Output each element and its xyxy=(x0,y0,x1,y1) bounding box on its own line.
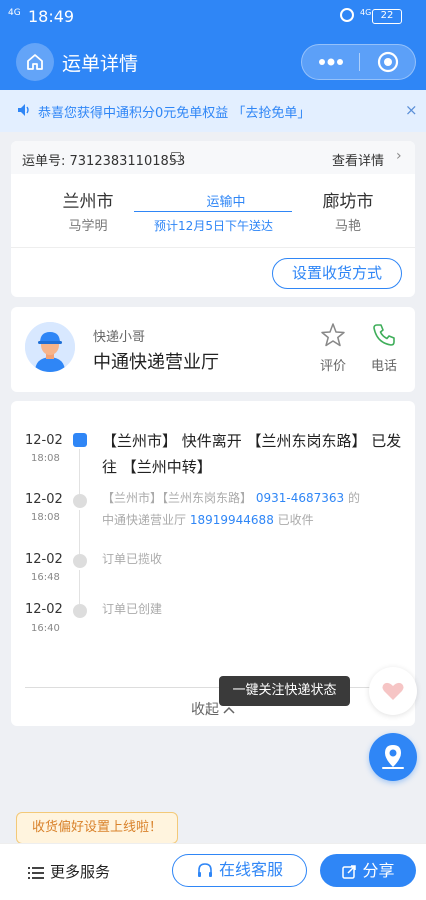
courier-avatar xyxy=(25,322,75,372)
preference-tip[interactable]: 收货偏好设置上线啦！ xyxy=(16,812,178,844)
route-line xyxy=(134,211,292,212)
waybill-card: 运单号: 73123831101853 查看详情 › 兰州市 马学明 运输中 预… xyxy=(11,141,415,297)
event-date: 12-02 xyxy=(25,433,63,448)
headset-icon xyxy=(197,862,212,877)
clock: 18:49 xyxy=(28,7,75,26)
bottom-action-bar: 更多服务 在线客服 分享 xyxy=(0,843,426,900)
sender-name: 马学明 xyxy=(68,219,108,234)
event-text: 订单已揽收 xyxy=(102,552,163,566)
network-indicator-right: 4G xyxy=(360,8,372,17)
close-icon[interactable]: × xyxy=(405,101,418,119)
status-bar: 4G 18:49 4G 22 xyxy=(0,0,426,34)
waybill-number: 运单号: 73123831101853 xyxy=(22,154,186,169)
chevron-right-icon[interactable]: › xyxy=(396,148,402,164)
phone-icon xyxy=(373,324,395,346)
share-icon xyxy=(342,864,357,879)
origin-city: 兰州市 xyxy=(62,192,114,212)
copy-icon[interactable] xyxy=(171,152,181,162)
home-button[interactable] xyxy=(16,43,54,81)
event-time: 16:40 xyxy=(31,623,60,634)
courier-role: 快递小哥 xyxy=(93,330,146,345)
call-label: 电话 xyxy=(370,359,397,374)
location-pin-icon xyxy=(382,745,404,769)
share-label: 分享 xyxy=(362,861,395,880)
destination-city: 廊坊市 xyxy=(322,192,374,212)
chevron-up-icon xyxy=(223,706,235,714)
event-location: 【兰州市】【兰州东岗东路】 xyxy=(102,491,253,505)
more-services-label: 更多服务 xyxy=(50,863,111,881)
event-time: 18:08 xyxy=(31,512,60,523)
collapse-label: 收起 xyxy=(191,702,219,718)
timeline-dot xyxy=(73,604,87,618)
battery-indicator: 22 xyxy=(372,9,402,24)
nav-bar: 运单详情 xyxy=(0,34,426,90)
current-status-icon xyxy=(73,433,87,447)
event-date: 12-02 xyxy=(25,552,63,567)
more-services-button[interactable]: 更多服务 xyxy=(28,861,110,882)
timeline-line xyxy=(79,449,80,497)
event-time: 18:08 xyxy=(31,453,60,464)
star-icon xyxy=(321,323,345,347)
timeline-line xyxy=(79,570,80,604)
promo-notice-text[interactable]: 恭喜您获得中通积分0元免单权益 「去抢免单」 xyxy=(38,102,310,121)
event-text: 【兰州市】 快件离开 【兰州东岗东路】 已发往 【兰州中转】 xyxy=(102,432,402,476)
timeline-dot xyxy=(73,494,87,508)
event-time: 16:48 xyxy=(31,572,60,583)
call-button[interactable]: 电话 xyxy=(359,321,409,374)
alarm-icon xyxy=(340,8,354,22)
event-text-part: 中通快递营业厅 xyxy=(102,513,187,527)
heart-icon xyxy=(382,682,404,700)
event-date: 12-02 xyxy=(25,602,63,617)
shipment-status: 运输中 xyxy=(206,195,246,210)
timeline-line xyxy=(79,510,80,558)
phone-link[interactable]: 0931-4687363 xyxy=(256,491,344,505)
courier-name: 中通快递营业厅 xyxy=(93,352,219,373)
estimated-delivery: 预计12月5日下午送达 xyxy=(154,219,273,233)
menu-icon xyxy=(28,866,44,879)
follow-button[interactable] xyxy=(369,667,417,715)
close-mini-program-button[interactable] xyxy=(360,45,416,79)
event-text-part: 的 xyxy=(347,491,360,505)
home-icon xyxy=(27,54,43,70)
rate-button[interactable]: 评价 xyxy=(308,321,358,374)
page-title: 运单详情 xyxy=(62,53,139,75)
event-text-part: 已收件 xyxy=(277,513,314,527)
more-button[interactable] xyxy=(302,45,359,79)
rate-label: 评价 xyxy=(319,359,346,374)
speaker-icon xyxy=(18,104,29,116)
event-text: 订单已创建 xyxy=(102,602,163,616)
promo-notice-bar[interactable]: 恭喜您获得中通积分0元免单权益 「去抢免单」 × xyxy=(0,90,426,132)
share-button[interactable]: 分享 xyxy=(320,854,416,887)
event-text: 【兰州市】【兰州东岗东路】 0931-4687363 的 中通快递营业厅 189… xyxy=(102,487,402,531)
courier-avatar-icon xyxy=(25,322,75,372)
waybill-number-row: 运单号: 73123831101853 查看详情 › xyxy=(11,141,415,174)
recipient-name: 马艳 xyxy=(334,219,361,234)
mini-program-capsule xyxy=(301,44,416,80)
more-icon xyxy=(318,58,343,66)
courier-card: 快递小哥 中通快递营业厅 评价 电话 xyxy=(11,307,415,392)
network-indicator: 4G xyxy=(8,8,21,18)
divider xyxy=(11,247,415,248)
view-details-link[interactable]: 查看详情 xyxy=(332,150,384,169)
online-service-label: 在线客服 xyxy=(219,860,284,879)
target-icon xyxy=(377,51,399,73)
phone-link[interactable]: 18919944688 xyxy=(190,513,274,527)
tracking-card: 12-02 18:08 【兰州市】 快件离开 【兰州东岗东路】 已发往 【兰州中… xyxy=(11,401,415,726)
event-date: 12-02 xyxy=(25,492,63,507)
follow-status-tooltip: 一键关注快递状态 xyxy=(219,676,350,706)
map-location-button[interactable] xyxy=(369,733,417,781)
online-service-button[interactable]: 在线客服 xyxy=(172,854,307,887)
timeline-dot xyxy=(73,554,87,568)
set-receiving-method-button[interactable]: 设置收货方式 xyxy=(272,258,402,289)
